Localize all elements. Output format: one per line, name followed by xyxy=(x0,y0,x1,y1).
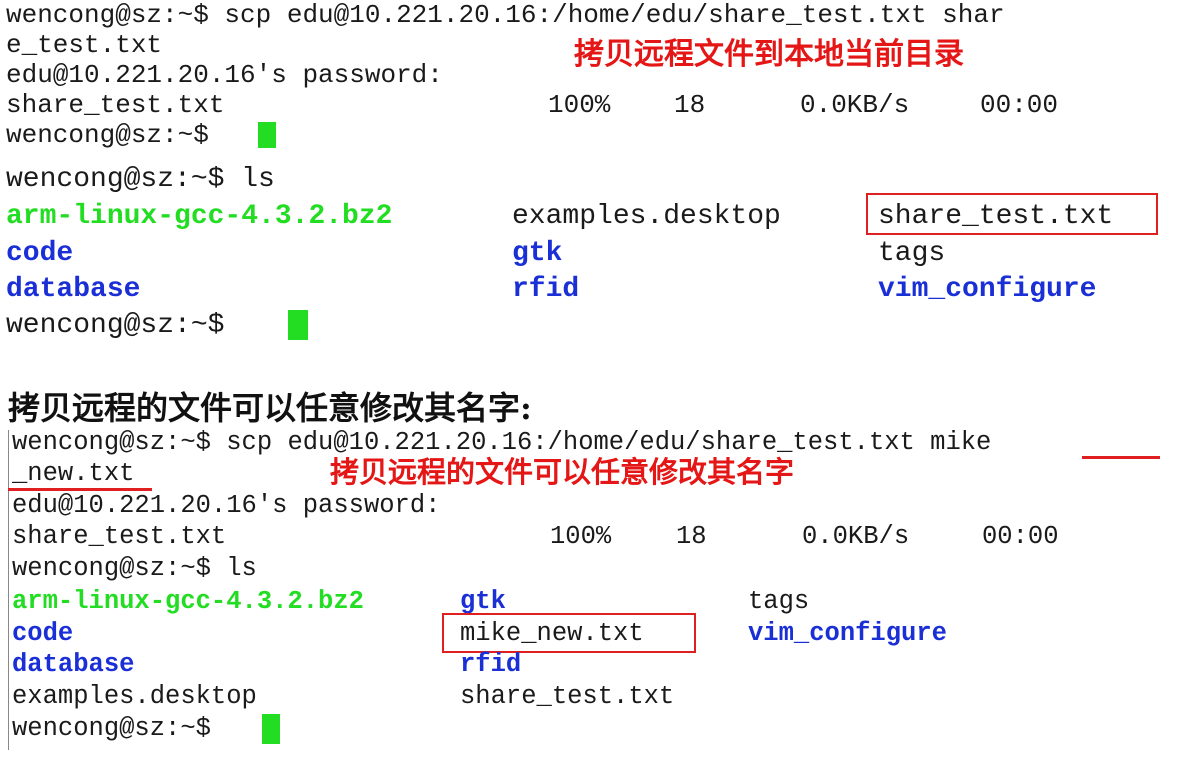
ls-entry-file: examples.desktop xyxy=(512,201,781,232)
ls-entry-file: examples.desktop xyxy=(12,682,257,711)
scp-command-line-2: e_test.txt xyxy=(6,30,163,60)
transfer-size: 18 xyxy=(676,522,707,551)
cursor-block xyxy=(258,122,276,148)
cursor-block xyxy=(262,714,280,744)
section-heading: 拷贝远程的文件可以任意修改其名字: xyxy=(8,389,532,427)
transfer-size: 18 xyxy=(674,90,706,120)
ls-entry-directory: code xyxy=(6,238,74,269)
ls-entry-file: tags xyxy=(878,238,946,269)
ls-entry-directory: gtk xyxy=(460,587,506,616)
prompt: wencong@sz:~$ xyxy=(12,714,211,743)
ls-command: wencong@sz:~$ ls xyxy=(6,164,275,195)
password-prompt: edu@10.221.20.16's password: xyxy=(6,60,443,90)
underline-mike xyxy=(1082,456,1160,459)
ls-entry-directory: database xyxy=(12,650,135,679)
ls-entry-directory: code xyxy=(12,619,74,648)
ls-entry-directory: vim_configure xyxy=(748,619,947,648)
ls-entry-file: tags xyxy=(748,587,810,616)
annotation-copy-to-local: 拷贝远程文件到本地当前目录 xyxy=(574,37,964,72)
scp-command-line-1: wencong@sz:~$ scp edu@10.221.20.16:/home… xyxy=(12,428,992,457)
transfer-rate: 0.0KB/s xyxy=(802,522,910,551)
transfer-percent: 100% xyxy=(548,90,611,120)
ls-entry-executable: arm-linux-gcc-4.3.2.bz2 xyxy=(6,201,393,232)
transfer-file: share_test.txt xyxy=(6,90,225,120)
scp-command-line-1: wencong@sz:~$ scp edu@10.221.20.16:/home… xyxy=(6,0,1005,30)
ls-entry-directory: gtk xyxy=(512,238,563,269)
password-prompt: edu@10.221.20.16's password: xyxy=(12,491,441,520)
transfer-rate: 0.0KB/s xyxy=(800,90,910,120)
annotation-rename: 拷贝远程的文件可以任意修改其名字 xyxy=(330,455,795,489)
ls-command: wencong@sz:~$ ls xyxy=(12,554,257,583)
prompt: wencong@sz:~$ xyxy=(6,120,209,150)
transfer-time: 00:00 xyxy=(980,90,1059,120)
ls-entry-directory: vim_configure xyxy=(878,274,1097,305)
scp-command-line-2: _new.txt xyxy=(12,459,135,488)
ls-entry-directory: database xyxy=(6,274,141,305)
cursor-block xyxy=(288,310,308,340)
ls-entry-executable: arm-linux-gcc-4.3.2.bz2 xyxy=(12,587,364,616)
terminal-left-border xyxy=(8,430,9,750)
ls-entry-directory: rfid xyxy=(512,274,580,305)
prompt: wencong@sz:~$ xyxy=(6,310,225,341)
transfer-percent: 100% xyxy=(550,522,612,551)
transfer-time: 00:00 xyxy=(982,522,1059,551)
highlight-box-mike-new xyxy=(442,613,696,653)
ls-entry-file: share_test.txt xyxy=(460,682,675,711)
transfer-file: share_test.txt xyxy=(12,522,227,551)
highlight-box-share-test xyxy=(866,193,1158,235)
ls-entry-directory: rfid xyxy=(460,650,522,679)
